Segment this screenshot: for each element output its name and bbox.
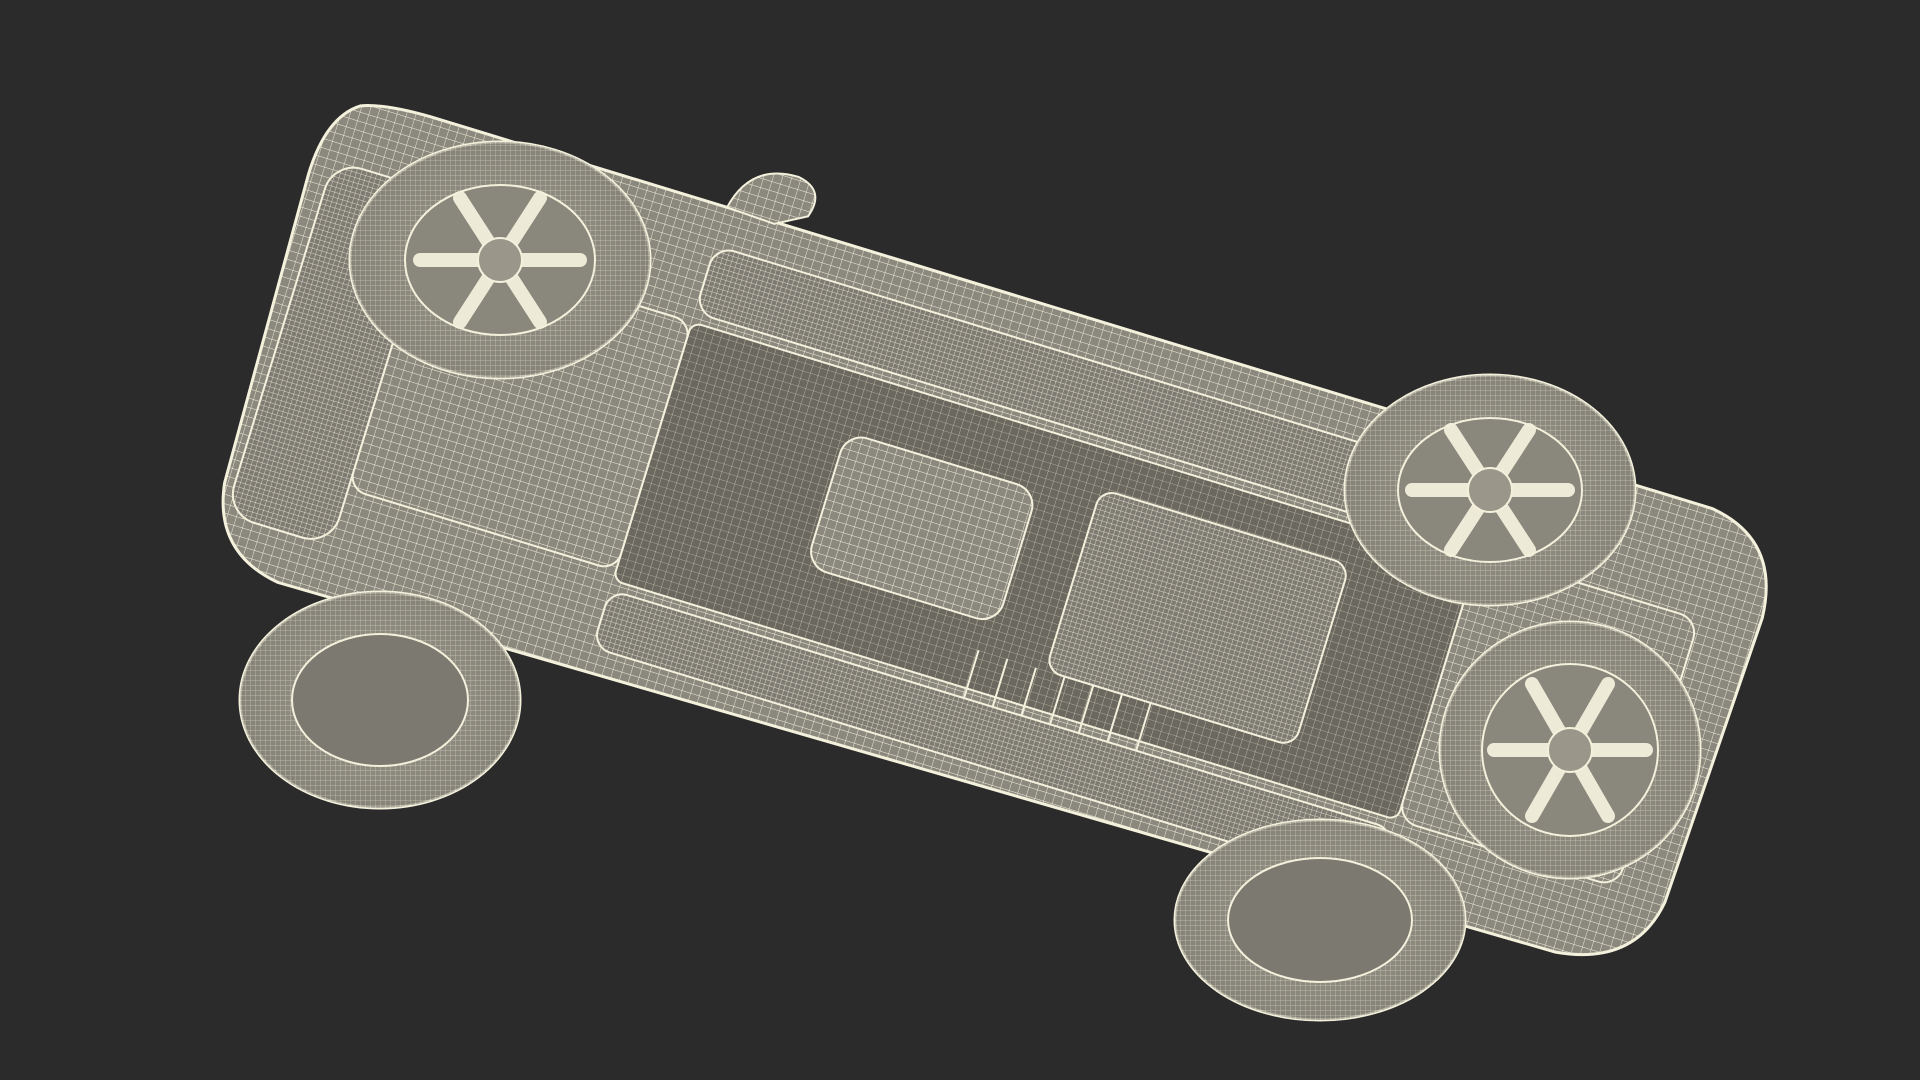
car-wireframe-render (221, 104, 1768, 1022)
lower-middle-wheel (1173, 818, 1467, 1022)
render-viewport (0, 0, 1920, 1080)
front-right-wheel (1438, 620, 1702, 880)
front-left-wheel (238, 590, 522, 810)
rear-left-wheel (348, 140, 652, 380)
rear-right-wheel (1343, 373, 1637, 607)
